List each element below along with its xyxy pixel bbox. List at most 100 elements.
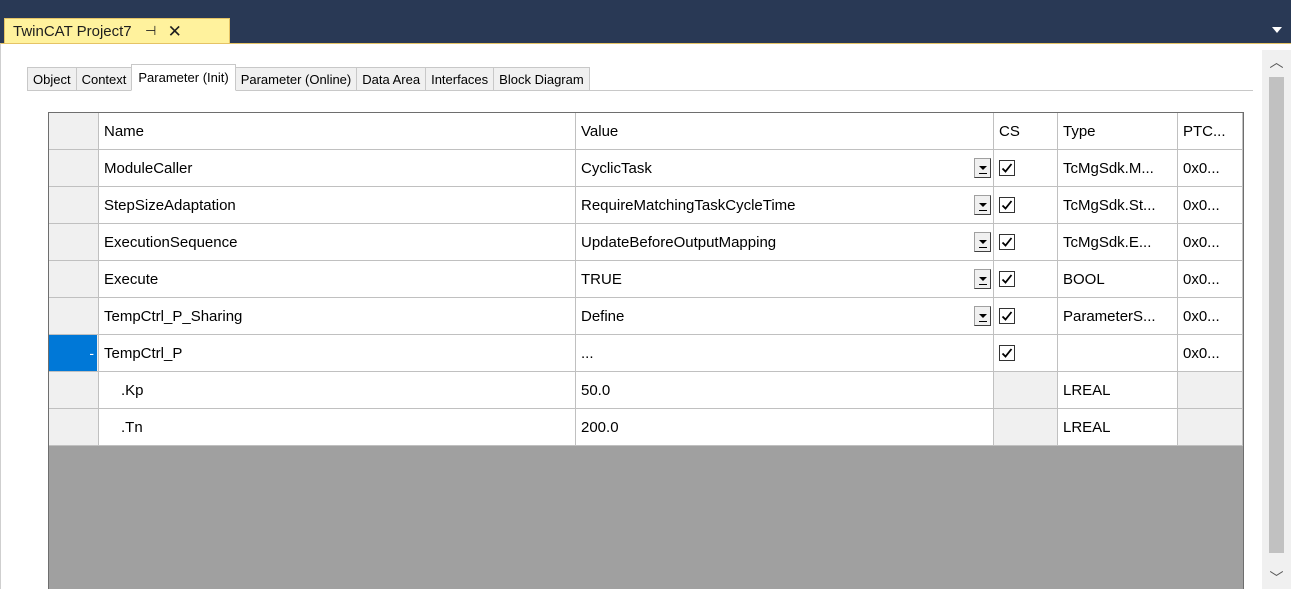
tab-interfaces[interactable]: Interfaces (425, 67, 495, 91)
row-header[interactable] (49, 150, 99, 187)
ptc-cell: 0x0... (1178, 224, 1243, 261)
dropdown-button[interactable] (974, 306, 991, 326)
row-header[interactable] (49, 224, 99, 261)
ptc-cell: 0x0... (1178, 335, 1243, 372)
vertical-scrollbar[interactable]: ︿ ﹀ (1262, 50, 1291, 589)
column-header-ptc[interactable]: PTC... (1178, 113, 1243, 150)
name-cell: Execute (99, 261, 576, 298)
column-header-name[interactable]: Name (99, 113, 576, 150)
ptc-cell: 0x0... (1178, 150, 1243, 187)
tab-block-diagram[interactable]: Block Diagram (493, 67, 590, 91)
cs-checkbox[interactable] (999, 197, 1015, 213)
ptc-cell (1178, 372, 1243, 409)
value-cell[interactable]: Define (576, 298, 994, 335)
value-text: RequireMatchingTaskCycleTime (581, 196, 796, 214)
chevron-down-icon (978, 277, 987, 281)
type-cell: ParameterS... (1058, 298, 1178, 335)
tab-object[interactable]: Object (27, 67, 77, 91)
table-row[interactable]: - TempCtrl_P ... 0x0... (49, 335, 1243, 372)
cs-checkbox[interactable] (999, 234, 1015, 250)
table-row[interactable]: ModuleCaller CyclicTask TcMgSdk.M... 0x0… (49, 150, 1243, 187)
type-cell: TcMgSdk.M... (1058, 150, 1178, 187)
tab-parameter-init[interactable]: Parameter (Init) (131, 64, 236, 91)
dropdown-button[interactable] (974, 232, 991, 252)
parameter-grid: Name Value CS Type PTC... ModuleCaller C… (48, 112, 1244, 589)
row-header[interactable] (49, 409, 99, 446)
ptc-cell: 0x0... (1178, 261, 1243, 298)
checkmark-icon (1001, 311, 1013, 321)
document-tab-title: TwinCAT Project7 (13, 22, 132, 40)
tab-label: Block Diagram (499, 71, 584, 87)
name-cell: .Tn (99, 409, 576, 446)
name-cell: ModuleCaller (99, 150, 576, 187)
tab-parameter-online[interactable]: Parameter (Online) (234, 67, 358, 91)
tab-data-area[interactable]: Data Area (356, 67, 427, 91)
collapse-toggle[interactable]: - (49, 335, 97, 371)
chevron-up-icon[interactable]: ︿ (1262, 50, 1291, 74)
editor-frame: Object Context Parameter (Init) Paramete… (0, 43, 1291, 589)
chevron-down-icon (978, 314, 987, 318)
table-row[interactable]: ExecutionSequence UpdateBeforeOutputMapp… (49, 224, 1243, 261)
value-text: TRUE (581, 270, 622, 288)
ptc-cell: 0x0... (1178, 187, 1243, 224)
value-cell[interactable]: UpdateBeforeOutputMapping (576, 224, 994, 261)
name-cell: TempCtrl_P (99, 335, 576, 372)
value-cell[interactable]: 200.0 (576, 409, 994, 446)
cs-cell (994, 298, 1058, 335)
value-text: UpdateBeforeOutputMapping (581, 233, 777, 251)
type-cell (1058, 335, 1178, 372)
name-cell: StepSizeAdaptation (99, 187, 576, 224)
name-cell: .Kp (99, 372, 576, 409)
column-header-type[interactable]: Type (1058, 113, 1178, 150)
checkmark-icon (1001, 200, 1013, 210)
table-row[interactable]: StepSizeAdaptation RequireMatchingTaskCy… (49, 187, 1243, 224)
row-header[interactable]: - (49, 335, 99, 372)
checkmark-icon (1001, 348, 1013, 358)
dropdown-button[interactable] (974, 158, 991, 178)
name-cell: ExecutionSequence (99, 224, 576, 261)
cs-checkbox[interactable] (999, 160, 1015, 176)
window-menu-dropdown-icon[interactable] (1272, 27, 1282, 33)
value-cell[interactable]: 50.0 (576, 372, 994, 409)
tab-label: Parameter (Init) (138, 70, 229, 85)
tab-context[interactable]: Context (75, 67, 133, 91)
value-text: Define (581, 307, 625, 325)
row-header[interactable] (49, 372, 99, 409)
cs-checkbox[interactable] (999, 271, 1015, 287)
column-header-value[interactable]: Value (576, 113, 994, 150)
type-cell: TcMgSdk.E... (1058, 224, 1178, 261)
table-row[interactable]: .Tn 200.0 LREAL (49, 409, 1243, 446)
ptc-cell: 0x0... (1178, 298, 1243, 335)
close-icon[interactable]: ✕ (168, 23, 182, 40)
dropdown-button[interactable] (974, 195, 991, 215)
cs-checkbox[interactable] (999, 308, 1015, 324)
chevron-down-icon (978, 203, 987, 207)
chevron-down-icon[interactable]: ﹀ (1262, 566, 1291, 589)
scrollbar-thumb[interactable] (1269, 77, 1284, 553)
type-cell: BOOL (1058, 261, 1178, 298)
row-header[interactable] (49, 187, 99, 224)
value-text: CyclicTask (581, 159, 652, 177)
type-cell: LREAL (1058, 409, 1178, 446)
value-cell[interactable]: CyclicTask (576, 150, 994, 187)
document-tab[interactable]: TwinCAT Project7 ⊣ ✕ (4, 18, 230, 43)
cs-cell (994, 187, 1058, 224)
table-row[interactable]: Execute TRUE BOOL 0x0... (49, 261, 1243, 298)
pin-icon[interactable]: ⊣ (144, 23, 158, 39)
checkmark-icon (1001, 163, 1013, 173)
name-cell: TempCtrl_P_Sharing (99, 298, 576, 335)
cs-cell (994, 409, 1058, 446)
cs-checkbox[interactable] (999, 345, 1015, 361)
table-row[interactable]: .Kp 50.0 LREAL (49, 372, 1243, 409)
type-cell: TcMgSdk.St... (1058, 187, 1178, 224)
dropdown-button[interactable] (974, 269, 991, 289)
cs-cell (994, 372, 1058, 409)
table-row[interactable]: TempCtrl_P_Sharing Define ParameterS... … (49, 298, 1243, 335)
grid-corner-cell[interactable] (49, 113, 99, 150)
row-header[interactable] (49, 261, 99, 298)
column-header-cs[interactable]: CS (994, 113, 1058, 150)
value-cell[interactable]: TRUE (576, 261, 994, 298)
value-cell[interactable]: RequireMatchingTaskCycleTime (576, 187, 994, 224)
value-cell[interactable]: ... (576, 335, 994, 372)
row-header[interactable] (49, 298, 99, 335)
